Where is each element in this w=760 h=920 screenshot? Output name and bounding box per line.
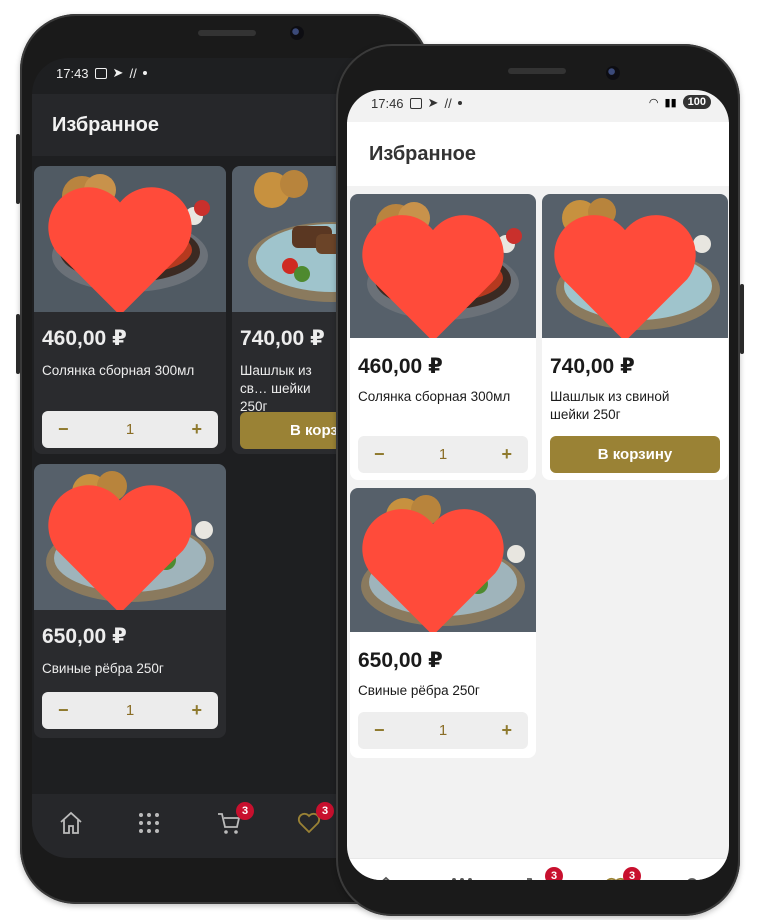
product-name: Свиные рёбра 250г: [358, 683, 480, 698]
product-name: Шашлык из св… шейки 250г: [240, 363, 312, 414]
favorites-badge: 3: [316, 802, 334, 820]
quantity-stepper[interactable]: − 1 +: [358, 436, 528, 473]
decrement-button[interactable]: −: [374, 720, 385, 741]
quantity-stepper[interactable]: − 1 +: [42, 692, 218, 729]
battery-level: 100: [682, 95, 711, 109]
notification-dot: [142, 71, 147, 75]
page-title: Избранное: [347, 122, 729, 186]
favorite-heart-icon[interactable]: [34, 176, 216, 312]
product-price: 460,00 ₽: [42, 327, 127, 350]
catalog-grid-icon: [139, 813, 159, 833]
product-price: 740,00 ₽: [550, 355, 635, 378]
product-name: Свиные рёбра 250г: [42, 661, 164, 676]
telegram-icon: ➤: [427, 95, 439, 110]
product-image-shashlik[interactable]: [542, 194, 728, 338]
decrement-button[interactable]: −: [58, 700, 69, 721]
nav-favorites[interactable]: 3: [603, 867, 641, 880]
quantity-stepper[interactable]: − 1 +: [358, 712, 528, 749]
product-image-ribs[interactable]: [34, 464, 226, 610]
home-icon: [60, 811, 82, 834]
nav-catalog[interactable]: [136, 810, 166, 840]
quantity-value: 1: [438, 446, 448, 463]
screenshot-icon: [94, 67, 107, 79]
nav-home[interactable]: [58, 810, 88, 840]
favorite-heart-icon[interactable]: [542, 204, 718, 338]
favorite-heart-icon[interactable]: [350, 204, 526, 338]
power-button: [740, 284, 744, 354]
telegram-icon: ➤: [112, 65, 124, 80]
increment-button[interactable]: +: [501, 444, 512, 465]
product-price: 740,00 ₽: [240, 327, 325, 350]
quantity-value: 1: [125, 702, 135, 719]
nav-favorites[interactable]: 3: [296, 802, 334, 840]
quantity-stepper[interactable]: − 1 +: [42, 411, 218, 448]
cart-badge: 3: [236, 802, 254, 820]
light-screen: 17:46 ➤ // ◠ ▮▮ 100 Избранное 460,00 ₽ С…: [347, 90, 729, 880]
increment-button[interactable]: +: [501, 720, 512, 741]
product-price: 460,00 ₽: [358, 355, 443, 378]
nav-cart[interactable]: 3: [525, 867, 563, 880]
wifi-icon: ◠: [648, 96, 659, 109]
signal-mini-icon: //: [444, 95, 452, 111]
status-time: 17:46: [371, 95, 404, 111]
product-price: 650,00 ₽: [42, 625, 127, 648]
favorites-badge: 3: [623, 867, 641, 880]
bottom-navigation: 3 3: [347, 858, 729, 880]
cart-badge: 3: [545, 867, 563, 880]
product-name: Солянка сборная 300мл: [358, 389, 511, 404]
earpiece-speaker: [198, 30, 256, 36]
increment-button[interactable]: +: [191, 419, 202, 440]
add-to-cart-button[interactable]: В корзину: [550, 436, 720, 473]
home-icon: [382, 876, 390, 880]
product-card[interactable]: 460,00 ₽ Солянка сборная 300мл − 1 +: [34, 166, 226, 454]
notification-dot: [457, 101, 462, 105]
phone-light-frame: 17:46 ➤ // ◠ ▮▮ 100 Избранное 460,00 ₽ С…: [336, 44, 744, 916]
earpiece-speaker: [508, 68, 566, 74]
front-camera: [290, 26, 304, 40]
volume-button: [16, 134, 20, 204]
product-name: Шашлык из свиной шейки 250г: [550, 389, 670, 422]
favorite-heart-icon[interactable]: [34, 474, 216, 610]
status-time: 17:43: [56, 65, 89, 81]
quantity-value: 1: [125, 421, 135, 438]
quantity-value: 1: [438, 722, 448, 739]
product-card[interactable]: 650,00 ₽ Свиные рёбра 250г − 1 +: [34, 464, 226, 738]
product-image-solyanka[interactable]: [34, 166, 226, 312]
product-card[interactable]: 650,00 ₽ Свиные рёбра 250г − 1 +: [350, 488, 536, 758]
front-camera: [606, 66, 620, 80]
product-name: Солянка сборная 300мл: [42, 363, 195, 378]
nav-cart[interactable]: 3: [216, 802, 254, 840]
nav-profile[interactable]: [679, 875, 709, 880]
product-card[interactable]: 460,00 ₽ Солянка сборная 300мл − 1 +: [350, 194, 536, 480]
product-card[interactable]: 740,00 ₽ Шашлык из свиной шейки 250г В к…: [542, 194, 728, 480]
favorite-heart-icon[interactable]: [350, 498, 526, 632]
product-image-ribs[interactable]: [350, 488, 536, 632]
nav-catalog[interactable]: [449, 875, 479, 880]
increment-button[interactable]: +: [191, 700, 202, 721]
profile-icon: [687, 878, 697, 880]
showcase-stage: 17:43 ➤ // ◠ Избранное: [0, 0, 760, 920]
product-image-solyanka[interactable]: [350, 194, 536, 338]
catalog-grid-icon: [452, 878, 472, 880]
signal-mini-icon: //: [129, 65, 137, 81]
power-button: [16, 314, 20, 374]
decrement-button[interactable]: −: [58, 419, 69, 440]
product-price: 650,00 ₽: [358, 649, 443, 672]
decrement-button[interactable]: −: [374, 444, 385, 465]
nav-home[interactable]: [373, 875, 403, 880]
status-right: ◠ ▮▮ 100: [649, 95, 711, 109]
signal-bars-icon: ▮▮: [664, 96, 677, 109]
screenshot-icon: [409, 97, 422, 109]
